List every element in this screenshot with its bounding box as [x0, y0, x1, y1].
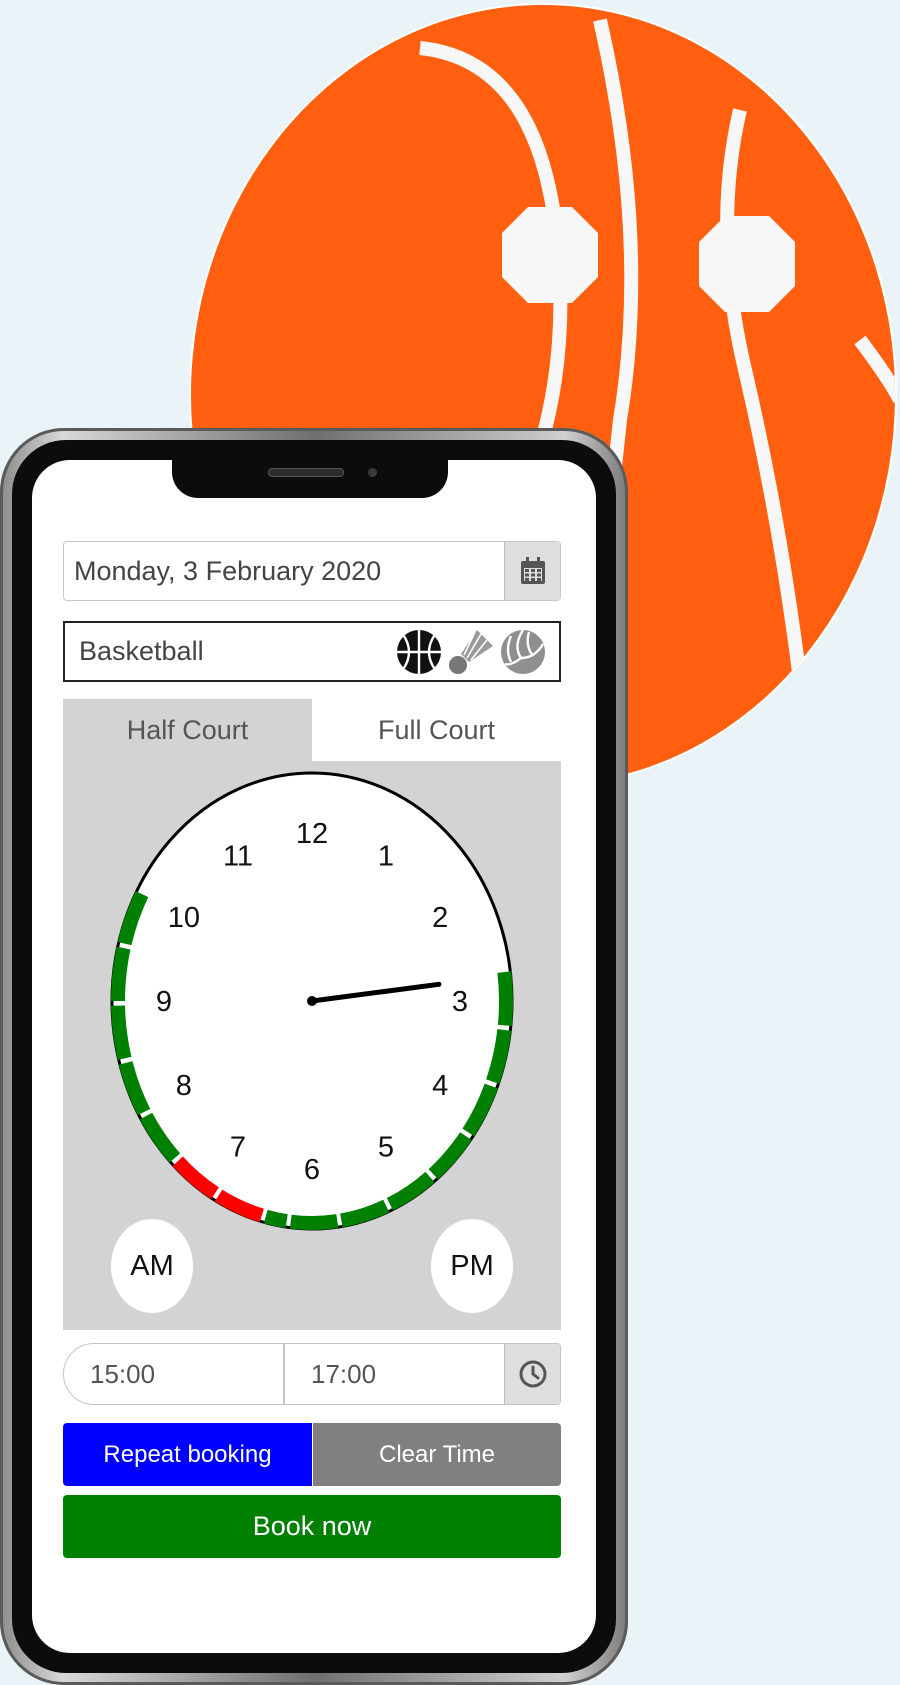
- clock-number: 8: [176, 1070, 192, 1102]
- court-tabs: Half Court Full Court: [63, 699, 561, 761]
- sport-value: Basketball: [79, 636, 204, 666]
- clock-number: 5: [378, 1131, 394, 1163]
- shuttlecock-icon[interactable]: [447, 628, 495, 676]
- clock-number: 10: [168, 902, 200, 934]
- clock-segment[interactable]: [289, 1214, 339, 1230]
- time-range: 15:00 17:00: [63, 1343, 561, 1405]
- calendar-button[interactable]: [504, 542, 560, 600]
- basketball-icon[interactable]: [395, 628, 443, 676]
- clock-segment[interactable]: [497, 971, 513, 1027]
- pm-button[interactable]: PM: [431, 1219, 513, 1313]
- tab-half-court[interactable]: Half Court: [63, 699, 312, 761]
- clock-number: 6: [304, 1154, 320, 1186]
- calendar-icon: [520, 557, 545, 584]
- phone-bezel: Monday, 3 February 2020 Basketball Half …: [12, 440, 616, 1673]
- clock-number: 2: [432, 902, 448, 934]
- tab-full-court[interactable]: Full Court: [312, 699, 561, 761]
- clock-center: [307, 996, 317, 1006]
- sport-select[interactable]: Basketball: [63, 621, 561, 682]
- clock-number: 4: [432, 1070, 448, 1102]
- clock-number: 12: [296, 818, 328, 850]
- clock-segment[interactable]: [111, 946, 131, 1002]
- clock-number: 7: [230, 1131, 246, 1163]
- date-value: Monday, 3 February 2020: [74, 556, 382, 586]
- volleyball-icon[interactable]: [499, 628, 547, 676]
- book-now-button[interactable]: Book now: [63, 1495, 561, 1558]
- clock-number: 3: [452, 986, 468, 1018]
- phone-frame: Monday, 3 February 2020 Basketball Half …: [0, 428, 628, 1685]
- clock-number: 11: [223, 841, 253, 873]
- sport-icons: [395, 628, 547, 676]
- clear-time-button[interactable]: Clear Time: [313, 1423, 561, 1486]
- clock-segment[interactable]: [111, 1005, 132, 1061]
- start-time-input[interactable]: 15:00: [64, 1344, 285, 1404]
- clock-panel: 12 1 2 3 4 5 6 7 8 9 10 11 AM PM: [63, 761, 561, 1330]
- time-picker-button[interactable]: [504, 1344, 560, 1404]
- am-button[interactable]: AM: [111, 1219, 193, 1313]
- repeat-booking-button[interactable]: Repeat booking: [63, 1423, 312, 1486]
- clock-number: 1: [378, 841, 394, 873]
- speaker-icon: [268, 468, 344, 477]
- camera-icon: [368, 468, 377, 477]
- end-time-input[interactable]: 17:00: [285, 1344, 507, 1404]
- date-field[interactable]: Monday, 3 February 2020: [63, 541, 561, 601]
- clock-segment[interactable]: [263, 1209, 288, 1229]
- phone-screen: Monday, 3 February 2020 Basketball Half …: [32, 460, 596, 1653]
- phone-notch: [172, 460, 448, 498]
- clock-number: 9: [156, 986, 172, 1018]
- clock-icon: [519, 1360, 546, 1388]
